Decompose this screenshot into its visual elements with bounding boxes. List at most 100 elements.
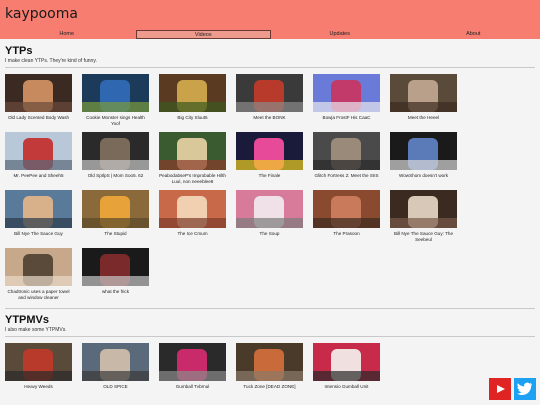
youtube-button[interactable] bbox=[489, 378, 511, 400]
video-card[interactable]: Old SpIlpS | Mom Soo5. 62 bbox=[82, 132, 149, 184]
ytpmvs-subtitle: I also make some YTPMVs. bbox=[5, 327, 67, 333]
video-card[interactable]: Old Lady Scented Body Wash bbox=[5, 74, 72, 126]
video-card[interactable]: Intensio Gumball Unit bbox=[313, 343, 380, 395]
twitter-button[interactable] bbox=[514, 378, 536, 400]
thumbnail-image bbox=[236, 132, 303, 170]
video-card[interactable]: Meet the BONK bbox=[236, 74, 303, 126]
video-thumbnail[interactable] bbox=[5, 74, 72, 112]
video-card[interactable]: OLD SPICE bbox=[82, 343, 149, 395]
divider bbox=[5, 336, 535, 337]
video-title[interactable]: The Soup bbox=[236, 231, 303, 242]
video-title[interactable]: Meet the BONK bbox=[236, 115, 303, 126]
thumbnail-image bbox=[390, 74, 457, 112]
video-card[interactable]: Meet the Heeel bbox=[390, 74, 457, 126]
thumbnail-image bbox=[5, 132, 72, 170]
video-title[interactable]: Old SpIlpS | Mom Soo5. 62 bbox=[82, 173, 149, 184]
video-thumbnail[interactable] bbox=[5, 132, 72, 170]
video-thumbnail[interactable] bbox=[159, 74, 226, 112]
thumbnail-image bbox=[159, 132, 226, 170]
video-title[interactable]: Mr. PeePee and Sheeh5 bbox=[5, 173, 72, 184]
video-card[interactable]: Cookie Monster sings Health Yoof bbox=[82, 74, 149, 126]
video-card[interactable]: The Finale bbox=[236, 132, 303, 184]
video-card[interactable]: The Prasoon bbox=[313, 190, 380, 242]
thumbnail-image bbox=[313, 74, 380, 112]
video-card[interactable]: Bill Nye The Sauce Guy bbox=[5, 190, 72, 242]
video-title[interactable]: Glitch Fortress 2: Meet the SIIS bbox=[313, 173, 380, 184]
thumbnail-image bbox=[390, 190, 457, 228]
video-thumbnail[interactable] bbox=[82, 74, 149, 112]
video-thumbnail[interactable] bbox=[390, 190, 457, 228]
video-title[interactable]: Intensio Gumball Unit bbox=[313, 384, 380, 395]
video-thumbnail[interactable] bbox=[313, 190, 380, 228]
video-card[interactable]: Bowja FrostF His CaaC bbox=[313, 74, 380, 126]
nav-item-about[interactable]: About bbox=[407, 30, 540, 39]
video-title[interactable]: what the frick bbox=[82, 289, 149, 300]
video-thumbnail[interactable] bbox=[5, 190, 72, 228]
video-title[interactable]: The Prasoon bbox=[313, 231, 380, 242]
video-thumbnail[interactable] bbox=[390, 74, 457, 112]
video-card[interactable]: what the frick bbox=[82, 248, 149, 300]
video-title[interactable]: Old Lady Scented Body Wash bbox=[5, 115, 72, 126]
video-title[interactable]: Chadtronic uses a paper towel and window… bbox=[5, 289, 72, 300]
video-thumbnail[interactable] bbox=[236, 74, 303, 112]
video-thumbnail[interactable] bbox=[159, 343, 226, 381]
thumbnail-image bbox=[82, 74, 149, 112]
video-card[interactable]: Gumball Tvbrnul bbox=[159, 343, 226, 395]
video-card[interactable]: The Soup bbox=[236, 190, 303, 242]
video-title[interactable]: The Finale bbox=[236, 173, 303, 184]
video-title[interactable]: OLD SPICE bbox=[82, 384, 149, 395]
thumbnail-image bbox=[313, 190, 380, 228]
video-thumbnail[interactable] bbox=[236, 343, 303, 381]
video-thumbnail[interactable] bbox=[159, 190, 226, 228]
video-title[interactable]: WowShom doesn't work bbox=[390, 173, 457, 184]
video-card[interactable]: WowShom doesn't work bbox=[390, 132, 457, 184]
video-card[interactable]: Tuck Zone [DEAD ZONE] bbox=[236, 343, 303, 395]
video-card[interactable]: PeabodabseP's Improbable Hilth Luul, non… bbox=[159, 132, 226, 184]
video-thumbnail[interactable] bbox=[313, 132, 380, 170]
video-thumbnail[interactable] bbox=[82, 132, 149, 170]
nav-item-home[interactable]: Home bbox=[0, 30, 134, 39]
video-title[interactable]: Cookie Monster sings Health Yoof bbox=[82, 115, 149, 126]
nav-item-updates[interactable]: Updates bbox=[273, 30, 407, 39]
video-card[interactable]: The Ice Cmum bbox=[159, 190, 226, 242]
video-card[interactable]: Heavy Weeds bbox=[5, 343, 72, 395]
ytps-video-grid: Old Lady Scented Body Wash Cookie Monster… bbox=[5, 74, 475, 306]
thumbnail-image bbox=[159, 74, 226, 112]
video-card[interactable]: Mr. PeePee and Sheeh5 bbox=[5, 132, 72, 184]
youtube-icon bbox=[497, 385, 505, 393]
ytps-title: YTPs bbox=[5, 45, 33, 57]
video-thumbnail[interactable] bbox=[390, 132, 457, 170]
video-title[interactable]: Meet the Heeel bbox=[390, 115, 457, 126]
video-thumbnail[interactable] bbox=[236, 190, 303, 228]
video-card[interactable]: The Stupid bbox=[82, 190, 149, 242]
video-card[interactable]: Glitch Fortress 2: Meet the SIIS bbox=[313, 132, 380, 184]
video-title[interactable]: Bowja FrostF His CaaC bbox=[313, 115, 380, 126]
video-thumbnail[interactable] bbox=[313, 74, 380, 112]
thumbnail-image bbox=[236, 343, 303, 381]
thumbnail-image bbox=[313, 343, 380, 381]
video-title[interactable]: Gumball Tvbrnul bbox=[159, 384, 226, 395]
video-thumbnail[interactable] bbox=[82, 343, 149, 381]
video-thumbnail[interactable] bbox=[313, 343, 380, 381]
video-thumbnail[interactable] bbox=[5, 343, 72, 381]
video-title[interactable]: Tuck Zone [DEAD ZONE] bbox=[236, 384, 303, 395]
video-title[interactable]: Bill Nye The Sauce Guy bbox=[5, 231, 72, 242]
video-card[interactable]: Bill Nye The Sauce Guy: The Seebeul bbox=[390, 190, 457, 242]
video-thumbnail[interactable] bbox=[82, 190, 149, 228]
thumbnail-image bbox=[82, 248, 149, 286]
video-thumbnail[interactable] bbox=[82, 248, 149, 286]
video-title[interactable]: PeabodabseP's Improbable Hilth Luul, non… bbox=[159, 173, 226, 184]
nav-item-videos[interactable]: Videos bbox=[135, 30, 271, 39]
video-thumbnail[interactable] bbox=[5, 248, 72, 286]
video-card[interactable]: Big City Sluut5 bbox=[159, 74, 226, 126]
video-title[interactable]: The Stupid bbox=[82, 231, 149, 242]
thumbnail-image bbox=[159, 343, 226, 381]
video-card[interactable]: Chadtronic uses a paper towel and window… bbox=[5, 248, 72, 300]
video-title[interactable]: Big City Sluut5 bbox=[159, 115, 226, 126]
video-thumbnail[interactable] bbox=[159, 132, 226, 170]
video-thumbnail[interactable] bbox=[236, 132, 303, 170]
video-title[interactable]: Heavy Weeds bbox=[5, 384, 72, 395]
site-title[interactable]: kaypooma bbox=[5, 6, 78, 22]
video-title[interactable]: The Ice Cmum bbox=[159, 231, 226, 242]
video-title[interactable]: Bill Nye The Sauce Guy: The Seebeul bbox=[390, 231, 457, 242]
